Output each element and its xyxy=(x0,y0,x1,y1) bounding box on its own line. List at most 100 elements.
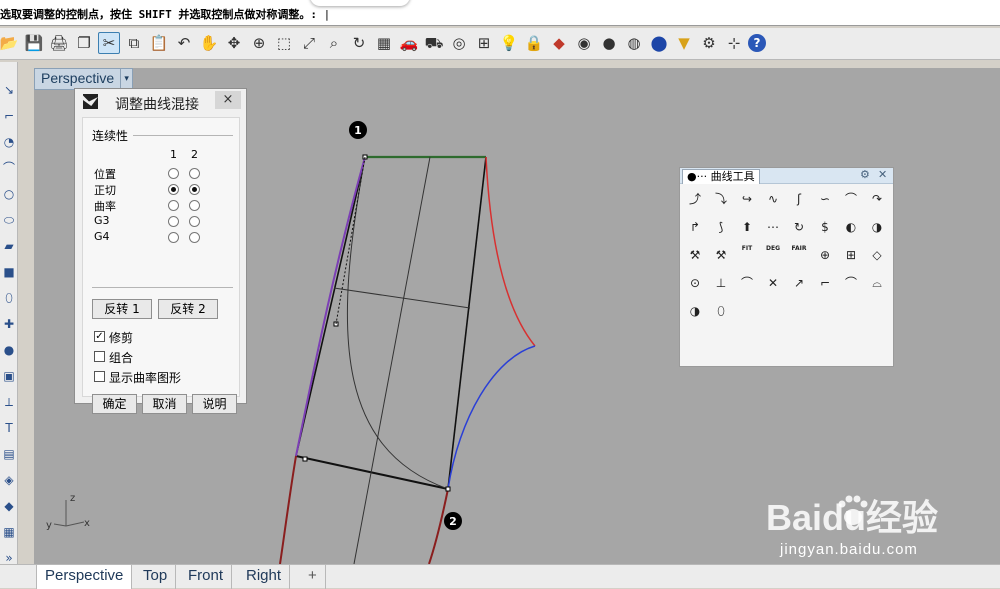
sphere-shaded-icon[interactable]: ● xyxy=(598,32,620,54)
match-curve-icon[interactable]: ↷ xyxy=(866,188,888,210)
point-icon[interactable]: ⊙ xyxy=(684,272,706,294)
print-icon[interactable]: 🖨 xyxy=(48,32,70,54)
layer-icon[interactable]: ◆ xyxy=(548,32,570,54)
connect-curve-icon[interactable]: ↪ xyxy=(736,188,758,210)
degree-icon[interactable]: DEG xyxy=(762,244,784,266)
filter-icon[interactable]: ▼ xyxy=(673,32,695,54)
close-icon[interactable]: ✕ xyxy=(878,168,887,181)
copy-icon[interactable]: ⧉ xyxy=(123,32,145,54)
circle-icon[interactable]: ○ xyxy=(1,186,17,202)
pan-hand-icon[interactable]: ✋ xyxy=(198,32,220,54)
tab-top[interactable]: Top xyxy=(135,565,177,589)
divide-icon[interactable]: ⋯ xyxy=(762,216,784,238)
cut-icon[interactable]: ✂ xyxy=(98,32,120,54)
zoom-window-icon[interactable]: ⬚ xyxy=(273,32,295,54)
checkbox[interactable] xyxy=(94,371,105,382)
zoom-extents-icon[interactable]: ⤢ xyxy=(298,32,320,54)
fillet-curve-icon[interactable]: ⤴ xyxy=(684,188,706,210)
remove-point-icon[interactable]: ✕ xyxy=(762,272,784,294)
sphere-blue-icon[interactable]: ⬤ xyxy=(648,32,670,54)
mesh-icon[interactable]: ▣ xyxy=(1,368,17,384)
arc-icon[interactable]: ⌒ xyxy=(840,272,862,294)
dome-icon[interactable]: ⌓ xyxy=(866,272,888,294)
fit-icon[interactable]: FIT xyxy=(736,244,758,266)
cancel-button[interactable]: 取消 xyxy=(142,394,187,414)
continuity-radio-1[interactable] xyxy=(168,216,179,227)
ok-button[interactable]: 确定 xyxy=(92,394,137,414)
tab-right[interactable]: Right xyxy=(238,565,291,589)
continuity-radio-1[interactable] xyxy=(168,232,179,243)
kink-icon[interactable]: ⌐ xyxy=(814,272,836,294)
boolean-icon[interactable]: ● xyxy=(1,342,17,358)
line-icon[interactable]: ↘ xyxy=(1,82,17,98)
zoom-selected-icon[interactable]: ⌕ xyxy=(323,32,345,54)
save-icon[interactable]: 💾 xyxy=(23,32,45,54)
extend-icon[interactable]: ↱ xyxy=(684,216,706,238)
continuity-radio-1[interactable] xyxy=(168,184,179,195)
grid-snap-icon[interactable]: ⊹ xyxy=(723,32,745,54)
project-icon[interactable]: ⬆ xyxy=(736,216,758,238)
lock-icon[interactable]: 🔒 xyxy=(523,32,545,54)
command-line[interactable]: 选取要调整的控制点，按住 SHIFT 并选取控制点做对称调整。: | xyxy=(0,0,1000,26)
person-tool-icon[interactable]: ⚒ xyxy=(684,244,706,266)
handle-icon[interactable]: ⊕ xyxy=(814,244,836,266)
bracket-icon[interactable]: ⊞ xyxy=(840,244,862,266)
shaded-car-icon[interactable]: ⛟ xyxy=(423,32,445,54)
viewport-title[interactable]: Perspective xyxy=(34,68,122,90)
open-folder-icon[interactable]: 📂 xyxy=(0,32,20,54)
undo-icon[interactable]: ↶ xyxy=(173,32,195,54)
cone-icon[interactable]: ⌒ xyxy=(736,272,758,294)
dimension-icon[interactable]: ⟂ xyxy=(1,394,17,410)
person-tool-2-icon[interactable]: ⚒ xyxy=(710,244,732,266)
help-icon[interactable]: ? xyxy=(748,34,766,52)
ellipse-icon[interactable]: ⬭ xyxy=(1,212,17,228)
offset-curve-icon[interactable]: ʃ xyxy=(788,188,810,210)
move-icon[interactable]: ✥ xyxy=(223,32,245,54)
rotate-curve-icon[interactable]: ↻ xyxy=(788,216,810,238)
circle-snap-icon[interactable]: ◎ xyxy=(448,32,470,54)
group-icon[interactable]: ▤ xyxy=(1,446,17,462)
reverse-1-button[interactable]: 反转 1 xyxy=(92,299,152,319)
reverse-2-button[interactable]: 反转 2 xyxy=(158,299,218,319)
chamfer-icon[interactable]: ∿ xyxy=(762,188,784,210)
four-viewports-icon[interactable]: ▦ xyxy=(373,32,395,54)
light-bulb-icon[interactable]: 💡 xyxy=(498,32,520,54)
viewport-header[interactable]: Perspective ▾ xyxy=(34,68,134,90)
cplane-icon[interactable]: ⊞ xyxy=(473,32,495,54)
rebuild-icon[interactable]: ∽ xyxy=(814,188,836,210)
continuity-radio-2[interactable] xyxy=(189,184,200,195)
copy-doc-icon[interactable]: ❐ xyxy=(73,32,95,54)
panel-tab[interactable]: ●··· 曲线工具 xyxy=(682,169,760,184)
help-button[interactable]: 说明 xyxy=(192,394,237,414)
continuity-radio-2[interactable] xyxy=(189,168,200,179)
vector-icon[interactable]: ⊥ xyxy=(710,272,732,294)
continuity-radio-2[interactable] xyxy=(189,200,200,211)
sphere-rendered-icon[interactable]: ◍ xyxy=(623,32,645,54)
gear-icon[interactable]: ⚙ xyxy=(860,168,870,181)
car-icon[interactable]: 🚗 xyxy=(398,32,420,54)
polyline-icon[interactable]: ⌐ xyxy=(1,108,17,124)
continuity-radio-2[interactable] xyxy=(189,232,200,243)
loft-icon[interactable]: ◐ xyxy=(840,216,862,238)
tab-front[interactable]: Front xyxy=(180,565,233,589)
loft-2-icon[interactable]: ◑ xyxy=(866,216,888,238)
blend-curve-icon[interactable]: ⤵ xyxy=(710,188,732,210)
sphere-icon[interactable]: ◑ xyxy=(684,300,706,322)
dialog-close-button[interactable]: × xyxy=(215,91,241,109)
checkbox[interactable]: ✓ xyxy=(94,331,105,342)
fair-icon[interactable]: FAIR xyxy=(788,244,810,266)
polygon-icon[interactable]: ◇ xyxy=(866,244,888,266)
tab-perspective[interactable]: Perspective xyxy=(36,565,133,589)
cylinder-icon[interactable]: ⬯ xyxy=(710,300,732,322)
checkbox[interactable] xyxy=(94,351,105,362)
curve-icon[interactable]: ⌒ xyxy=(1,160,17,176)
gear-icon[interactable]: ⚙ xyxy=(698,32,720,54)
dialog-titlebar[interactable]: 调整曲线混接 × xyxy=(75,89,246,115)
add-tab-button[interactable]: + xyxy=(300,565,326,589)
surface-icon[interactable]: ▰ xyxy=(1,238,17,254)
continuity-radio-1[interactable] xyxy=(168,168,179,179)
dollar-icon[interactable]: $ xyxy=(814,216,836,238)
color-wheel-icon[interactable]: ◉ xyxy=(573,32,595,54)
cylinder-icon[interactable]: ⬯ xyxy=(1,290,17,306)
grid-icon[interactable]: ▦ xyxy=(1,524,17,540)
